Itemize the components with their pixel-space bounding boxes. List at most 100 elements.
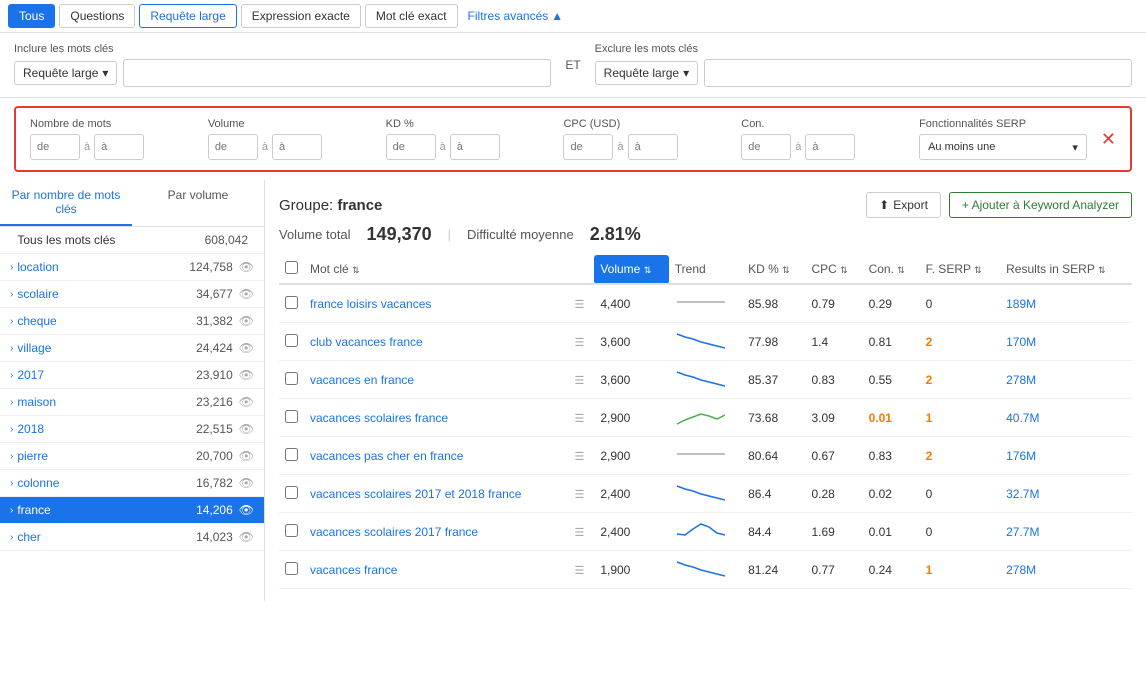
keyword-link[interactable]: vacances en france [310,373,414,387]
btn-mot-cle-exact[interactable]: Mot clé exact [365,4,458,28]
select-all-checkbox[interactable] [285,261,298,274]
row-checkbox[interactable] [285,524,298,537]
th-kd[interactable]: KD % ⇅ [742,255,805,284]
sidebar-item-village[interactable]: › village 24,424 👁 [0,335,264,362]
kd-from[interactable] [386,134,436,160]
eye-icon-scolaire[interactable]: 👁 [239,287,254,301]
th-mot-cle[interactable]: Mot clé ⇅ [304,255,568,284]
include-input[interactable] [123,59,551,87]
sidebar-item-france[interactable]: › france 14,206 👁 [0,497,264,524]
tab-par-nombre[interactable]: Par nombre de mots clés [0,180,132,226]
kd-to[interactable] [450,134,500,160]
eye-icon-pierre[interactable]: 👁 [239,449,254,463]
close-filters-icon[interactable]: ✕ [1101,129,1116,150]
eye-icon-2018[interactable]: 👁 [239,422,254,436]
cpc-to[interactable] [628,134,678,160]
results-link[interactable]: 32.7M [1006,487,1039,501]
eye-icon-colonne[interactable]: 👁 [239,476,254,490]
row-checkbox-cell[interactable] [279,513,304,551]
keyword-link[interactable]: vacances scolaires france [310,411,448,425]
row-checkbox[interactable] [285,562,298,575]
eye-icon-2017[interactable]: 👁 [239,368,254,382]
filter-icon[interactable]: ☰ [574,299,584,311]
results-link[interactable]: 170M [1006,335,1036,349]
keyword-link[interactable]: france loisirs vacances [310,297,431,311]
include-select[interactable]: Requête large ▾ [14,61,117,85]
eye-icon-maison[interactable]: 👁 [239,395,254,409]
export-btn[interactable]: ⬆ Export [866,192,941,218]
th-cpc[interactable]: CPC ⇅ [806,255,863,284]
keyword-link[interactable]: club vacances france [310,335,423,349]
volume-from[interactable] [208,134,258,160]
eye-icon-location[interactable]: 👁 [239,260,254,274]
results-link[interactable]: 278M [1006,563,1036,577]
row-checkbox-cell[interactable] [279,361,304,399]
eye-icon-france[interactable]: 👁 [239,503,254,517]
results-link[interactable]: 189M [1006,297,1036,311]
btn-questions[interactable]: Questions [59,4,135,28]
nombre-mots-to[interactable] [94,134,144,160]
btn-tous[interactable]: Tous [8,4,55,28]
filter-icon[interactable]: ☰ [574,375,584,387]
filter-icon[interactable]: ☰ [574,489,584,501]
sidebar-item-location[interactable]: › location 124,758 👁 [0,254,264,281]
volume-to[interactable] [272,134,322,160]
sidebar-item-pierre[interactable]: › pierre 20,700 👁 [0,443,264,470]
filter-icon[interactable]: ☰ [574,337,584,349]
results-link[interactable]: 40.7M [1006,411,1039,425]
results-link[interactable]: 176M [1006,449,1036,463]
row-checkbox-cell[interactable] [279,437,304,475]
eye-icon-cheque[interactable]: 👁 [239,314,254,328]
add-keyword-btn[interactable]: + Ajouter à Keyword Analyzer [949,192,1132,218]
filter-icon[interactable]: ☰ [574,527,584,539]
filtres-avances-btn[interactable]: Filtres avancés ▲ [468,9,564,23]
sidebar-item-scolaire[interactable]: › scolaire 34,677 👁 [0,281,264,308]
sidebar-item-all[interactable]: › Tous les mots clés 608,042 [0,227,264,254]
row-fserp: 1 [920,551,1000,589]
sidebar-count-colonne: 16,782 [196,476,233,490]
results-link[interactable]: 27.7M [1006,525,1039,539]
row-checkbox-cell[interactable] [279,323,304,361]
th-con[interactable]: Con. ⇅ [863,255,920,284]
filter-icon[interactable]: ☰ [574,451,584,463]
sidebar-item-2017[interactable]: › 2017 23,910 👁 [0,362,264,389]
row-checkbox-cell[interactable] [279,475,304,513]
keyword-link[interactable]: vacances scolaires 2017 france [310,525,478,539]
th-checkbox[interactable] [279,255,304,284]
keyword-link[interactable]: vacances france [310,563,397,577]
btn-expression-exacte[interactable]: Expression exacte [241,4,361,28]
sidebar-item-colonne[interactable]: › colonne 16,782 👁 [0,470,264,497]
row-checkbox-cell[interactable] [279,551,304,589]
exclude-select[interactable]: Requête large ▾ [595,61,698,85]
results-link[interactable]: 278M [1006,373,1036,387]
cpc-from[interactable] [563,134,613,160]
filter-icon[interactable]: ☰ [574,565,584,577]
row-checkbox-cell[interactable] [279,399,304,437]
nombre-mots-from[interactable] [30,134,80,160]
sidebar-item-2018[interactable]: › 2018 22,515 👁 [0,416,264,443]
sidebar-item-maison[interactable]: › maison 23,216 👁 [0,389,264,416]
eye-icon-cher[interactable]: 👁 [239,530,254,544]
con-from[interactable] [741,134,791,160]
filter-icon[interactable]: ☰ [574,413,584,425]
eye-icon-village[interactable]: 👁 [239,341,254,355]
sidebar-item-cheque[interactable]: › cheque 31,382 👁 [0,308,264,335]
tab-par-volume[interactable]: Par volume [132,180,264,226]
serp-select[interactable]: Au moins une ▾ [919,134,1087,160]
con-to[interactable] [805,134,855,160]
keyword-link[interactable]: vacances pas cher en france [310,449,463,463]
keyword-link[interactable]: vacances scolaires 2017 et 2018 france [310,487,521,501]
row-checkbox[interactable] [285,334,298,347]
th-fserp[interactable]: F. SERP ⇅ [920,255,1000,284]
row-checkbox-cell[interactable] [279,284,304,323]
row-checkbox[interactable] [285,448,298,461]
row-checkbox[interactable] [285,410,298,423]
row-checkbox[interactable] [285,372,298,385]
btn-requete-large[interactable]: Requête large [139,4,236,28]
sidebar-item-cher[interactable]: › cher 14,023 👁 [0,524,264,551]
th-volume[interactable]: Volume ⇅ [594,255,668,284]
row-checkbox[interactable] [285,296,298,309]
row-checkbox[interactable] [285,486,298,499]
exclude-input[interactable] [704,59,1132,87]
th-results[interactable]: Results in SERP ⇅ [1000,255,1132,284]
